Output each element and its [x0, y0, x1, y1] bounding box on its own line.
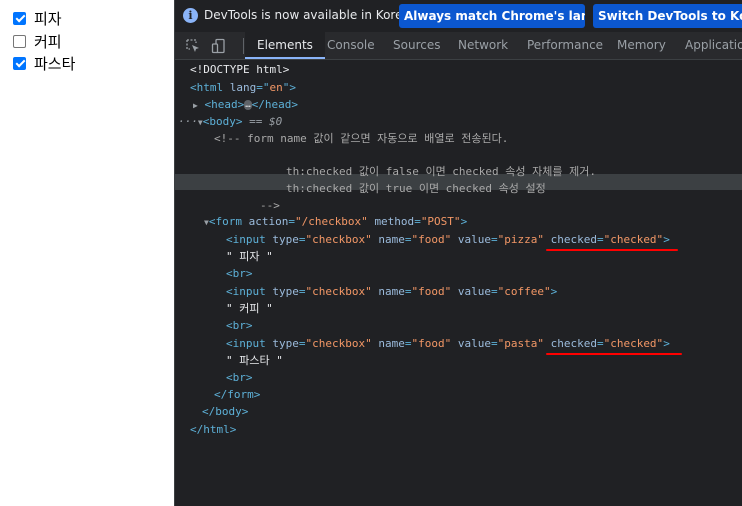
checkbox-row-pizza[interactable]: 피자: [13, 8, 62, 28]
text-node-pizza[interactable]: " 피자 ": [226, 249, 273, 265]
tab-sources[interactable]: Sources: [393, 32, 440, 59]
always-match-language-button[interactable]: Always match Chrome's language: [399, 4, 585, 28]
comment-line-1[interactable]: <!-- form name 값이 같으면 자동으로 배열로 전송된다.: [214, 131, 508, 147]
checkbox-pasta[interactable]: [13, 56, 26, 70]
tab-memory[interactable]: Memory: [617, 32, 666, 59]
html-close-line[interactable]: </html>: [190, 422, 236, 438]
tab-elements[interactable]: Elements: [245, 32, 325, 59]
body-close-line[interactable]: </body>: [202, 404, 248, 420]
inspect-element-icon[interactable]: [185, 38, 201, 54]
checkbox-pizza[interactable]: [13, 11, 26, 25]
input-coffee-line[interactable]: <input type="checkbox" name="food" value…: [226, 284, 557, 300]
elements-dom-tree: <!DOCTYPE html> <html lang="en"> ▶ <head…: [175, 60, 742, 506]
br-line-2[interactable]: <br>: [226, 318, 253, 334]
device-toolbar-icon[interactable]: [211, 38, 227, 54]
expand-triangle-icon[interactable]: ▶: [193, 101, 198, 110]
text-node-pasta[interactable]: " 파스타 ": [226, 353, 283, 369]
checkbox-label-pizza: 피자: [34, 9, 62, 28]
input-pizza-line[interactable]: <input type="checkbox" name="food" value…: [226, 232, 670, 248]
comment-line-2[interactable]: th:checked 값이 false 이면 checked 속성 자체를 제거…: [286, 164, 596, 180]
devtools-tabbar: Elements Console Sources Network Perform…: [175, 32, 742, 60]
body-open-line[interactable]: ···▼<body> == $0: [178, 114, 282, 130]
info-icon: i: [183, 8, 198, 23]
infobar-message: DevTools is now available in Korean!: [204, 8, 423, 22]
checkbox-coffee[interactable]: [13, 34, 26, 48]
checked-annotation-underline-pasta: [546, 353, 682, 355]
tab-console[interactable]: Console: [327, 32, 375, 59]
rendered-page: 피자 커피 파스타: [0, 0, 174, 506]
tab-network[interactable]: Network: [458, 32, 508, 59]
checkbox-label-pasta: 파스타: [34, 54, 76, 73]
form-open-line[interactable]: ▼<form action="/checkbox" method="POST">: [204, 214, 467, 230]
checkbox-row-pasta[interactable]: 파스타: [13, 53, 75, 73]
ellipsis-icon[interactable]: …: [244, 100, 252, 110]
devtools-panel: i DevTools is now available in Korean! A…: [174, 0, 742, 506]
checked-annotation-underline-pizza: [546, 249, 678, 251]
checkbox-label-coffee: 커피: [34, 32, 62, 51]
tab-application[interactable]: Application: [685, 32, 742, 59]
tab-performance[interactable]: Performance: [527, 32, 603, 59]
toolbar-divider: [243, 38, 244, 54]
br-line-1[interactable]: <br>: [226, 266, 253, 282]
br-line-3[interactable]: <br>: [226, 370, 253, 386]
form-close-line[interactable]: </form>: [214, 387, 260, 403]
input-pasta-line[interactable]: <input type="checkbox" name="food" value…: [226, 336, 670, 352]
language-infobar: i DevTools is now available in Korean! A…: [175, 0, 742, 33]
checkbox-row-coffee[interactable]: 커피: [13, 31, 62, 51]
comment-end-line[interactable]: -->: [260, 198, 280, 214]
doctype-line[interactable]: <!DOCTYPE html>: [190, 62, 289, 78]
node-ellipsis-icon[interactable]: ···: [178, 115, 198, 128]
comment-line-3[interactable]: th:checked 값이 true 이면 checked 속성 설정: [286, 181, 546, 197]
switch-to-korean-button[interactable]: Switch DevTools to Korean: [593, 4, 742, 28]
text-node-coffee[interactable]: " 커피 ": [226, 301, 273, 317]
html-open-line[interactable]: <html lang="en">: [190, 80, 296, 96]
head-line[interactable]: ▶ <head>…</head>: [193, 97, 298, 113]
